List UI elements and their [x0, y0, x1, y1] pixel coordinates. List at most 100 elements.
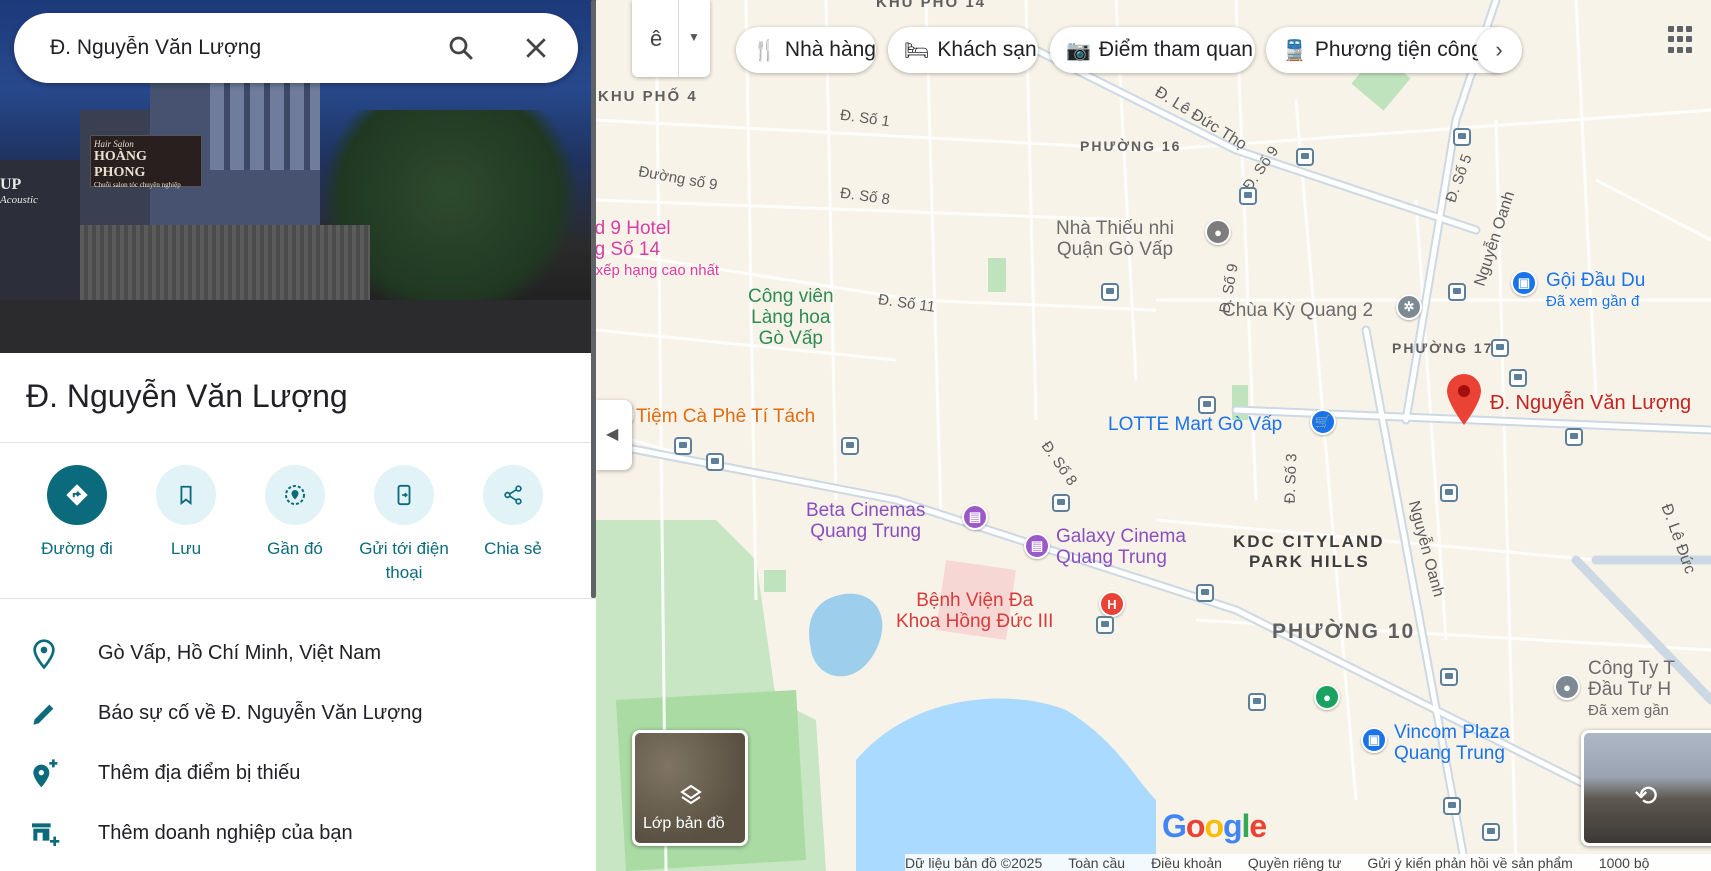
bus-stop-icon[interactable]	[1440, 668, 1458, 686]
park-label[interactable]: Công viên Làng hoa Gò Vấp	[748, 286, 834, 349]
map-canvas[interactable]: KHU PHỐ 14 KHU PHỐ 4 PHƯỜNG 16 PHƯỜNG 17…	[596, 0, 1711, 871]
camera-icon: 📷	[1066, 39, 1091, 62]
share-button[interactable]: Chia sẻ	[458, 465, 568, 561]
directions-icon	[47, 465, 107, 525]
chip-label: Điểm tham quan	[1098, 38, 1253, 61]
search-icon[interactable]	[446, 33, 476, 63]
search-input[interactable]	[50, 35, 430, 61]
directions-button[interactable]: Đường đi	[22, 465, 132, 561]
temple-icon[interactable]: ✲	[1396, 294, 1422, 320]
pencil-icon	[28, 698, 60, 730]
bus-stop-icon[interactable]	[1296, 148, 1314, 166]
lotte-label[interactable]: LOTTE Mart Gò Vấp	[1108, 414, 1282, 435]
vincom-label[interactable]: Vincom Plaza Quang Trung	[1394, 722, 1510, 764]
map-roads	[596, 0, 1711, 871]
divider	[678, 0, 679, 77]
send-to-phone-button[interactable]: Gửi tới điện thoại	[349, 465, 459, 585]
bus-stop-icon[interactable]	[1491, 339, 1509, 357]
apps-grid-icon[interactable]	[1668, 26, 1696, 54]
chevron-down-icon[interactable]: ▼	[688, 30, 700, 44]
bus-stop-icon[interactable]	[674, 437, 692, 455]
hotel-label[interactable]: ud 9 Hotelng Số 14c xếp hạng cao nhất	[596, 218, 719, 281]
report-issue-text: Báo sự cố về Đ. Nguyễn Văn Lượng	[98, 702, 423, 724]
cinema-icon[interactable]: ▤	[962, 504, 988, 530]
bus-stop-icon[interactable]	[1239, 187, 1257, 205]
chua-label[interactable]: Chùa Kỳ Quang 2	[1222, 300, 1373, 321]
terms-link[interactable]: Điều khoản	[1151, 855, 1222, 871]
green-block	[764, 570, 786, 592]
bus-stop-icon[interactable]	[1248, 693, 1266, 711]
bus-stop-icon[interactable]	[1482, 823, 1500, 841]
privacy-link[interactable]: Quyền riêng tư	[1248, 855, 1341, 871]
goi-dau-label[interactable]: Gội Đầu Du Đã xem gần đ	[1546, 270, 1645, 312]
district-label: PHƯỜNG 17	[1392, 340, 1494, 356]
add-place-row[interactable]: Thêm địa điểm bị thiếu	[0, 748, 596, 800]
add-business-text: Thêm doanh nghiệp của bạn	[98, 822, 353, 844]
area-label: KDC CITYLAND	[1233, 532, 1385, 551]
save-button[interactable]: Lưu	[131, 465, 241, 561]
galaxy-cinema-label[interactable]: Galaxy Cinema Quang Trung	[1056, 526, 1186, 568]
bus-stop-icon[interactable]	[1440, 484, 1458, 502]
poi-marker[interactable]: ●	[1314, 684, 1340, 710]
nha-thieu-nhi-label[interactable]: Nhà Thiếu nhi Quận Gò Vấp	[1056, 218, 1174, 260]
poi-marker[interactable]: ●	[1205, 219, 1231, 245]
bus-stop-icon[interactable]	[1198, 396, 1216, 414]
beta-cinemas-label[interactable]: Beta Cinemas Quang Trung	[806, 500, 925, 542]
bus-stop-icon[interactable]	[1101, 283, 1119, 301]
add-place-text: Thêm địa điểm bị thiếu	[98, 762, 301, 784]
report-issue-row[interactable]: Báo sự cố về Đ. Nguyễn Văn Lượng	[0, 688, 596, 740]
add-place-icon	[28, 758, 60, 790]
area-label: PARK HILLS	[1249, 552, 1370, 571]
hospital-label[interactable]: Bệnh Viện Đa Khoa Hồng Đức III	[896, 590, 1053, 632]
view-toggle[interactable]: ê ▼	[632, 0, 710, 77]
street-view-thumbnail[interactable]: ⟲	[1581, 730, 1711, 846]
bus-stop-icon[interactable]	[706, 453, 724, 471]
chip-restaurants[interactable]: 🍴 Nhà hàng	[736, 27, 876, 73]
bus-stop-icon[interactable]	[1052, 494, 1070, 512]
bus-stop-icon[interactable]	[1453, 128, 1471, 146]
bus-stop-icon[interactable]	[1509, 369, 1527, 387]
scale-label[interactable]: 1000 bộ	[1599, 855, 1650, 871]
bus-stop-icon[interactable]	[841, 437, 859, 455]
share-label: Chia sẻ	[484, 539, 542, 558]
directions-label: Đường đi	[41, 539, 113, 558]
water-body	[856, 698, 1156, 871]
cong-ty-label[interactable]: Công Ty T Đầu Tư H Đã xem gần	[1588, 658, 1675, 721]
left-sign: UP Acoustic	[0, 176, 38, 206]
nearby-icon	[265, 465, 325, 525]
bus-stop-icon[interactable]	[1096, 616, 1114, 634]
shopping-icon[interactable]: ▣	[1511, 270, 1537, 296]
cart-icon[interactable]: 🛒	[1310, 409, 1336, 435]
layers-button[interactable]: Lớp bản đồ	[632, 730, 748, 846]
location-pin-icon	[28, 638, 60, 670]
divider	[0, 598, 596, 599]
feedback-link[interactable]: Gửi ý kiến phản hồi về sản phẩm	[1367, 855, 1573, 871]
collapse-panel-button[interactable]: ◀	[596, 400, 632, 470]
poi-marker[interactable]: ●	[1554, 674, 1580, 700]
bookmark-icon	[156, 465, 216, 525]
address-row[interactable]: Gò Vấp, Hồ Chí Minh, Việt Nam	[0, 628, 596, 680]
location-pin-marker[interactable]	[1444, 372, 1484, 428]
chip-hotels[interactable]: 🛏 Khách sạn	[888, 27, 1038, 73]
chip-attractions[interactable]: 📷 Điểm tham quan	[1050, 27, 1255, 73]
pin-label[interactable]: Đ. Nguyễn Văn Lượng	[1490, 392, 1691, 415]
bus-stop-icon[interactable]	[1196, 584, 1214, 602]
nearby-button[interactable]: Gần đó	[240, 465, 350, 561]
add-business-row[interactable]: Thêm doanh nghiệp của bạn	[0, 808, 596, 860]
terrain-icon: ê	[650, 26, 663, 51]
bus-stop-icon[interactable]	[1443, 797, 1461, 815]
hospital-icon[interactable]: H	[1099, 591, 1125, 617]
chevron-right-icon[interactable]: ›	[1476, 27, 1522, 73]
chip-label: Nhà hàng	[784, 38, 876, 61]
cinema-icon[interactable]: ▤	[1024, 533, 1050, 559]
cafe-label[interactable]: Tiệm Cà Phê Tí Tách	[636, 406, 815, 428]
district-label: PHƯỜNG 16	[1080, 138, 1182, 154]
search-box	[14, 13, 578, 83]
shopping-icon[interactable]: ▣	[1361, 727, 1387, 753]
place-panel: Hair Salon HOÀNG PHONG Chuỗi salon tóc c…	[0, 0, 596, 871]
nearby-label: Gần đó	[267, 539, 323, 558]
global-link[interactable]: Toàn cầu	[1068, 855, 1125, 871]
bus-stop-icon[interactable]	[1565, 428, 1583, 446]
close-icon[interactable]	[521, 33, 551, 63]
bus-stop-icon[interactable]	[1448, 283, 1466, 301]
